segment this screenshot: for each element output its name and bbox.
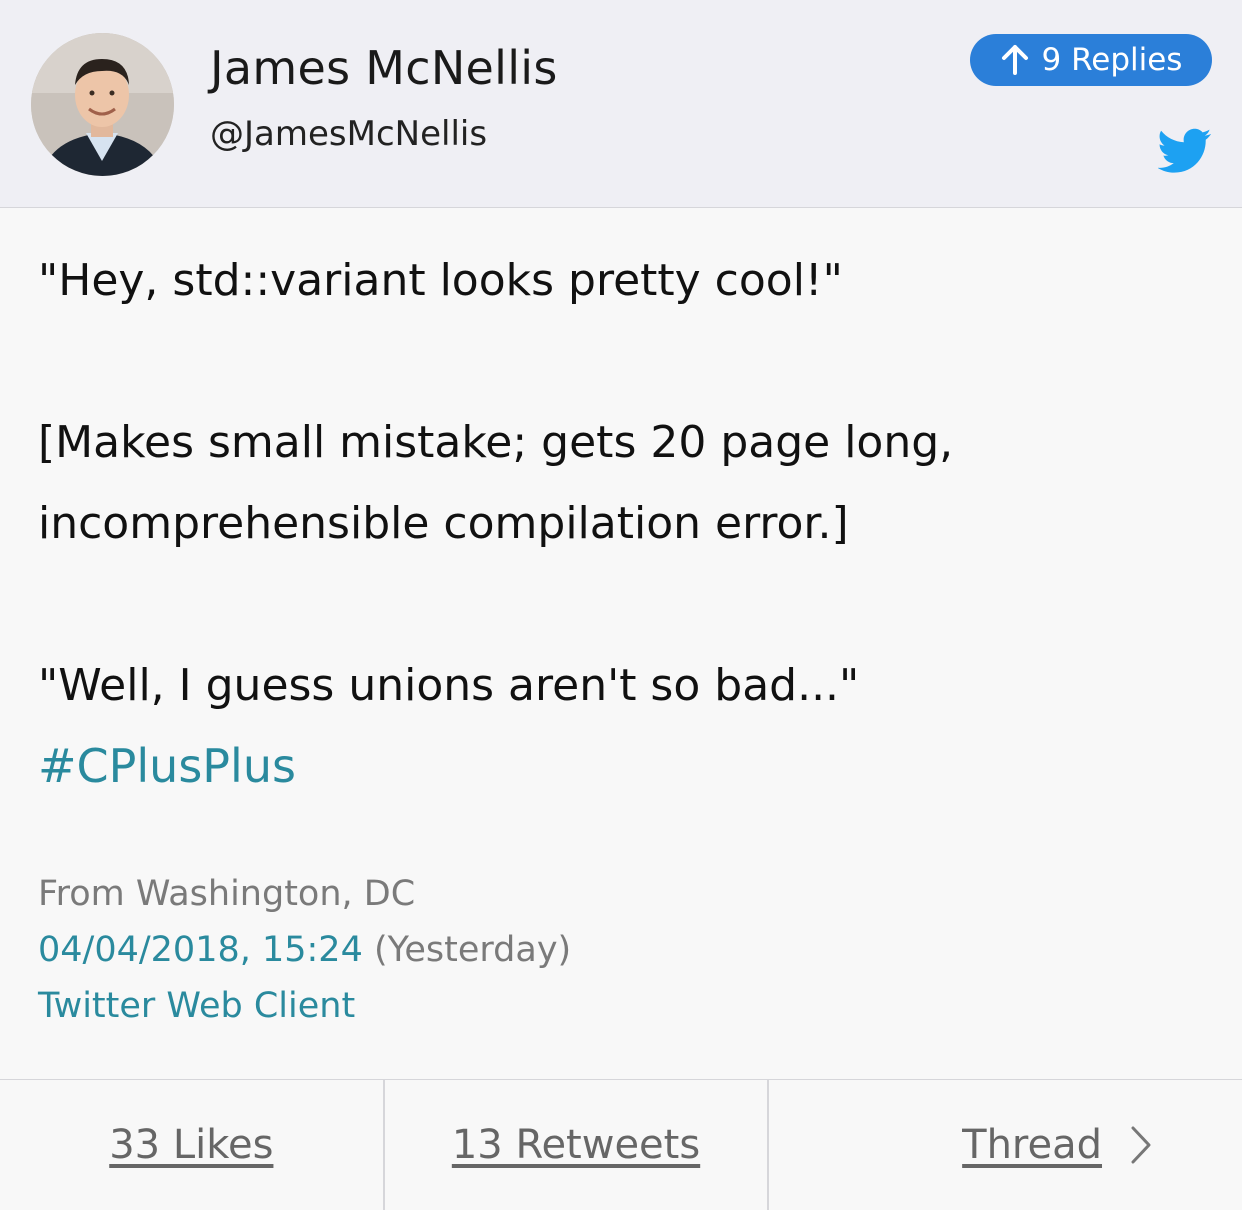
hashtag-link[interactable]: #CPlusPlus [38, 726, 1218, 807]
tweet-actions: 33 Likes 13 Retweets Thread [0, 1079, 1242, 1210]
tweet-header: James McNellis @JamesMcNellis 9 Replies [0, 0, 1242, 208]
timestamp-link[interactable]: 04/04/2018, 15:24 [38, 930, 363, 970]
arrow-up-icon [1000, 44, 1030, 76]
replies-label: 9 Replies [1041, 42, 1183, 78]
thread-button[interactable]: Thread [767, 1080, 1242, 1210]
tweet-meta: From Washington, DC 04/04/2018, 15:24 (Y… [38, 866, 1138, 1034]
avatar[interactable] [31, 33, 174, 176]
thread-label: Thread [962, 1122, 1103, 1168]
relative-time: (Yesterday) [373, 930, 572, 970]
tweet-text: "Hey, std::variant looks pretty cool!" [… [38, 240, 1218, 807]
tweet-line: "Hey, std::variant looks pretty cool!" [38, 255, 843, 306]
likes-button[interactable]: 33 Likes [0, 1080, 383, 1210]
avatar-photo [31, 33, 174, 176]
author-name[interactable]: James McNellis [210, 38, 558, 98]
chevron-right-icon [1130, 1125, 1152, 1165]
retweets-button[interactable]: 13 Retweets [382, 1080, 768, 1210]
tweet-line: incomprehensible compilation error.] [38, 498, 849, 549]
tweet-line: [Makes small mistake; gets 20 page long, [38, 417, 954, 468]
location-text: From Washington, DC [38, 874, 416, 914]
replies-button[interactable]: 9 Replies [970, 34, 1212, 86]
tweet-line: "Well, I guess unions aren't so bad..." [38, 660, 860, 711]
twitter-bird-icon [1157, 128, 1212, 174]
client-link[interactable]: Twitter Web Client [38, 978, 1138, 1034]
author-handle[interactable]: @JamesMcNellis [210, 112, 487, 156]
